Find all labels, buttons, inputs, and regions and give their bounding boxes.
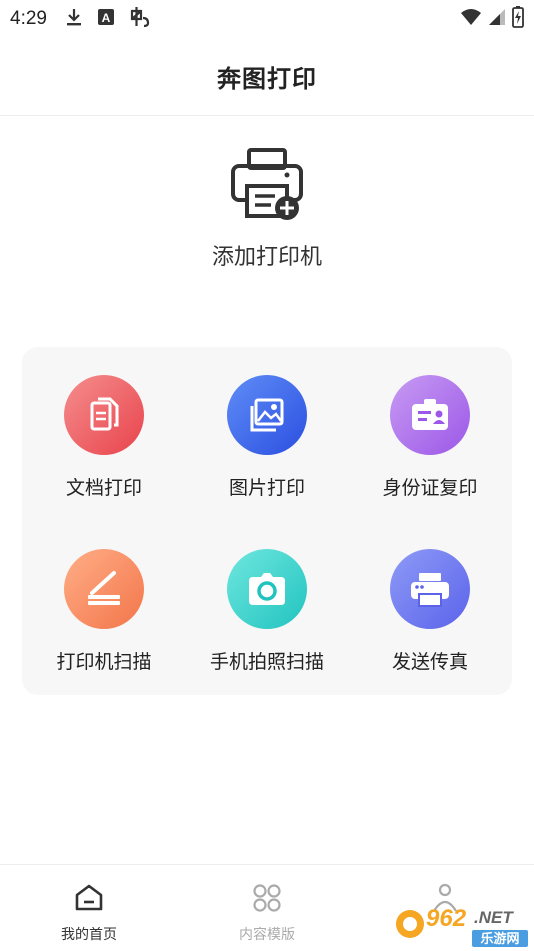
app-header: 奔图打印 xyxy=(0,38,534,116)
svg-text:乐游网: 乐游网 xyxy=(480,931,519,947)
function-panel: 文档打印 图片打印 身份证复印 打印机扫描 手机拍照扫描 发送传真 xyxy=(22,347,512,695)
scanner-icon xyxy=(64,549,144,629)
status-time: 4:29 xyxy=(10,8,47,29)
status-right-icons xyxy=(460,5,524,33)
status-bar: 4:29 A xyxy=(0,0,534,38)
tab-home-label: 我的首页 xyxy=(61,926,117,942)
download-icon xyxy=(65,7,83,32)
document-print-button[interactable]: 文档打印 xyxy=(29,375,179,515)
add-printer-button[interactable]: 添加打印机 xyxy=(167,140,367,280)
printer-scan-button[interactable]: 打印机扫描 xyxy=(29,549,179,689)
phone-camera-scan-button[interactable]: 手机拍照扫描 xyxy=(192,549,342,689)
watermark-logo: 962 .NET 乐游网 xyxy=(394,898,530,948)
printer-add-icon xyxy=(225,140,309,229)
image-print-button[interactable]: 图片打印 xyxy=(192,375,342,515)
send-fax-button[interactable]: 发送传真 xyxy=(355,549,505,689)
send-fax-label: 发送传真 xyxy=(391,652,468,673)
id-card-icon xyxy=(390,375,470,455)
battery-icon xyxy=(512,5,524,33)
id-card-copy-label: 身份证复印 xyxy=(382,478,478,499)
image-icon xyxy=(227,375,307,455)
document-icon xyxy=(64,375,144,455)
tab-templates-label: 内容模版 xyxy=(239,926,295,942)
id-card-copy-button[interactable]: 身份证复印 xyxy=(355,375,505,515)
add-printer-label: 添加打印机 xyxy=(211,244,322,269)
document-print-label: 文档打印 xyxy=(65,478,142,499)
app-notification-icon xyxy=(129,6,151,33)
image-print-label: 图片打印 xyxy=(228,478,305,499)
phone-camera-scan-label: 手机拍照扫描 xyxy=(209,652,324,673)
fax-icon xyxy=(390,549,470,629)
svg-text:962: 962 xyxy=(426,905,467,932)
template-grid-icon xyxy=(252,883,282,918)
printer-scan-label: 打印机扫描 xyxy=(56,652,152,673)
tab-templates[interactable]: 内容模版 xyxy=(197,865,337,951)
wifi-icon xyxy=(460,8,482,31)
a-notification-icon: A xyxy=(97,8,115,31)
home-icon xyxy=(74,883,104,918)
tab-home[interactable]: 我的首页 xyxy=(19,865,159,951)
signal-icon xyxy=(488,8,506,31)
svg-text:.NET: .NET xyxy=(474,908,514,927)
camera-icon xyxy=(227,549,307,629)
page-title: 奔图打印 xyxy=(217,66,317,93)
status-left-icons: A xyxy=(65,6,151,33)
svg-text:A: A xyxy=(102,11,111,25)
